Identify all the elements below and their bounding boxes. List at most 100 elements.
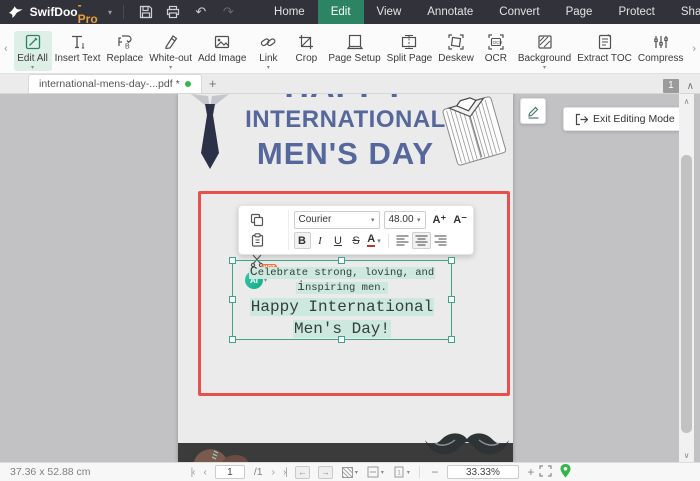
zoom-in-button[interactable]: +	[525, 465, 537, 479]
menu-share[interactable]: Share	[668, 0, 700, 24]
ribbon-item-replace[interactable]: B Replace	[104, 31, 147, 64]
compress-icon	[653, 35, 668, 48]
ribbon-item-extract-toc[interactable]: Extract TOC	[574, 31, 635, 64]
text-line: Celebrate strong, loving, and	[233, 265, 451, 280]
single-page-view-button[interactable]: 1 ▾	[393, 466, 410, 478]
font-family-select[interactable]: Courier ▾	[293, 210, 380, 229]
print-button[interactable]	[163, 0, 185, 24]
menu-protect[interactable]: Protect	[605, 0, 667, 24]
align-right-button[interactable]	[431, 232, 450, 249]
selection-handle[interactable]	[448, 257, 455, 264]
selection-handle[interactable]	[229, 336, 236, 343]
ribbon-item-link[interactable]: Link ▾	[249, 31, 287, 71]
menu-view[interactable]: View	[364, 0, 415, 24]
ribbon-item-label: Compress	[637, 52, 684, 64]
strikethrough-button[interactable]: S	[348, 232, 365, 249]
text-line: inspiring men.	[233, 280, 451, 295]
italic-button[interactable]: I	[312, 232, 329, 249]
zoom-level-input[interactable]	[446, 465, 519, 479]
fullscreen-button[interactable]	[539, 464, 552, 480]
selected-text-box[interactable]: Celebrate strong, loving, and inspiring …	[229, 257, 455, 343]
font-size-select[interactable]: 48.00 ▾	[383, 210, 426, 229]
save-button[interactable]	[135, 0, 157, 24]
page-navigation: |‹ ‹ /1 › ›|	[191, 465, 288, 479]
zoom-out-button[interactable]: −	[429, 465, 441, 479]
ribbon-item-split-page[interactable]: Split Page	[384, 31, 436, 64]
ribbon-item-insert-text[interactable]: Insert Text	[52, 31, 104, 64]
app-window: SwifDoo -Pro ▾ ↶ ↷ Home Edit View Annotat…	[0, 0, 700, 481]
redo-button[interactable]: ↷	[218, 0, 240, 24]
edit-tool-button[interactable]	[520, 98, 546, 124]
scroll-down-button[interactable]: ∨	[679, 448, 694, 462]
selection-handle[interactable]	[229, 296, 236, 303]
page-number-input[interactable]	[214, 465, 245, 479]
document-tab-bar: international-mens-day-...pdf * + 1 ∧	[0, 74, 700, 94]
selection-handle[interactable]	[338, 336, 345, 343]
new-tab-button[interactable]: +	[202, 74, 224, 93]
ribbon-item-deskew[interactable]: Deskew	[435, 31, 477, 64]
bold-button[interactable]: B	[293, 232, 311, 249]
chevron-up-icon[interactable]: ∧	[687, 81, 694, 92]
menu-annotate[interactable]: Annotate	[414, 0, 486, 24]
text-format-toolbar: AI HOT ▾ Courier ▾ 48.00 ▾	[238, 205, 474, 289]
last-page-button[interactable]: ›|	[283, 467, 288, 478]
ribbon-item-page-setup[interactable]: Page Setup	[325, 31, 383, 64]
paste-button[interactable]	[245, 230, 269, 250]
ribbon-item-crop[interactable]: Crop	[287, 31, 325, 64]
exit-editing-mode-button[interactable]: Exit Editing Mode	[563, 107, 686, 131]
menu-convert[interactable]: Convert	[486, 0, 552, 24]
document-tab[interactable]: international-mens-day-...pdf *	[28, 74, 202, 93]
svg-text:B: B	[125, 43, 130, 50]
chevron-down-icon[interactable]: ▾	[108, 8, 112, 17]
document-tab-title: international-mens-day-...pdf *	[39, 78, 180, 90]
ribbon-item-compress[interactable]: Compress	[635, 31, 687, 64]
chevron-down-icon: ▾	[31, 64, 35, 71]
align-left-button[interactable]	[393, 232, 412, 249]
font-size-value: 48.00	[388, 214, 414, 225]
selection-handle[interactable]	[229, 257, 236, 264]
scroll-up-button[interactable]: ∧	[679, 94, 694, 108]
ribbon-scroll-right[interactable]: ›	[688, 24, 700, 73]
copy-button[interactable]	[245, 210, 269, 230]
menu-page[interactable]: Page	[553, 0, 606, 24]
ribbon-item-ocr[interactable]: OCR OCR	[477, 31, 515, 64]
undo-button[interactable]: ↶	[190, 0, 212, 24]
display-mode-icon	[341, 466, 353, 478]
first-page-button[interactable]: |‹	[191, 467, 196, 478]
fit-page-button[interactable]: ▾	[367, 466, 384, 478]
link-icon	[261, 37, 276, 46]
ribbon-item-label: Page Setup	[328, 52, 381, 64]
ribbon-item-label: Insert Text	[54, 52, 101, 64]
scrollbar-thumb[interactable]	[681, 155, 692, 433]
align-center-button[interactable]	[411, 232, 431, 249]
paste-icon	[251, 233, 263, 247]
font-color-button[interactable]: A ▾	[366, 232, 383, 249]
divider	[418, 466, 420, 478]
ribbon-scroll-left[interactable]: ‹	[0, 24, 12, 73]
underline-button[interactable]: U	[330, 232, 347, 249]
ribbon-item-white-out[interactable]: White-out ▾	[146, 31, 195, 71]
ribbon-item-add-image[interactable]: Add Image	[195, 31, 249, 64]
print-icon	[167, 5, 180, 19]
crop-icon	[299, 34, 314, 49]
view-history-back-button[interactable]: ←	[294, 465, 310, 479]
next-page-button[interactable]: ›	[272, 467, 276, 478]
previous-page-button[interactable]: ‹	[204, 467, 208, 478]
selection-handle[interactable]	[448, 296, 455, 303]
ribbon-item-edit-all[interactable]: Edit All ▾	[13, 30, 52, 71]
ocr-icon: OCR	[488, 33, 504, 50]
view-history-forward-button[interactable]: →	[317, 465, 333, 479]
chevron-down-icon: ▾	[543, 64, 547, 71]
menu-edit[interactable]: Edit	[317, 0, 364, 24]
divider	[387, 233, 389, 248]
locate-page-button[interactable]	[560, 463, 571, 481]
selection-handle[interactable]	[338, 257, 345, 264]
shirt-illustration	[442, 96, 507, 166]
font-family-value: Courier	[298, 214, 332, 225]
selection-handle[interactable]	[448, 336, 455, 343]
page-display-mode-button[interactable]: ▾	[341, 466, 358, 478]
decrease-font-button[interactable]: A⁻	[453, 213, 467, 226]
ribbon-item-background[interactable]: Background ▾	[515, 31, 574, 71]
increase-font-button[interactable]: A⁺	[433, 213, 447, 226]
menu-home[interactable]: Home	[261, 0, 318, 24]
